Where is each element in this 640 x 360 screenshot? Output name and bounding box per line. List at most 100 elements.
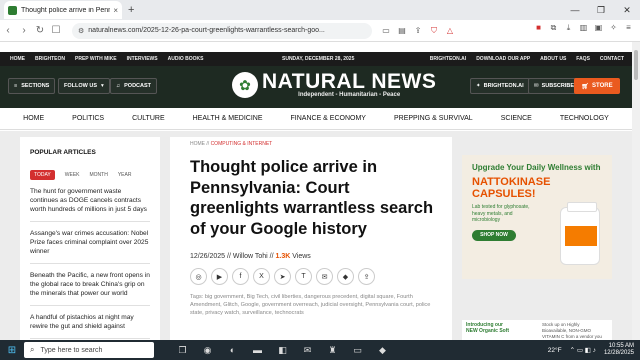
breadcrumb-separator: // — [206, 141, 210, 147]
tray-icons[interactable]: ⌃ ▭ ◧ ♪ — [570, 346, 596, 354]
nav-culture[interactable]: CULTURE — [132, 115, 165, 122]
weather-widget[interactable]: 22°F — [548, 347, 562, 354]
topnav-audiobooks[interactable]: AUDIO BOOKS — [168, 56, 204, 62]
hamburger-icon: ≡ — [14, 83, 18, 89]
nav-prepping[interactable]: PREPPING & SURVIVAL — [394, 115, 473, 122]
share-icon[interactable]: ⇪ — [410, 26, 426, 36]
store-app-icon[interactable]: ◧ — [270, 345, 295, 356]
extension-icon[interactable]: ■ — [531, 23, 546, 33]
app-icon[interactable]: ▭ — [345, 345, 370, 356]
puzzle-icon[interactable]: ⧉ — [546, 23, 561, 33]
page-title: Thought police arrive in Pennsylvania: C… — [190, 158, 434, 238]
headphones-icon: ♫ — [116, 83, 121, 89]
photos-icon[interactable]: ◆ — [370, 345, 395, 356]
nav-health[interactable]: HEALTH & MEDICINE — [193, 115, 263, 122]
reload-icon[interactable]: ↻ — [32, 25, 48, 36]
edge-icon[interactable]: ◐ — [220, 345, 245, 356]
topnav-download-app[interactable]: DOWNLOAD OUR APP — [476, 56, 530, 62]
chrome-icon[interactable]: ◉ — [195, 345, 220, 356]
clock-date: 12/28/2025 — [603, 350, 634, 356]
topnav-home[interactable]: HOME — [10, 56, 25, 62]
reader-icon[interactable]: ▤ — [394, 26, 410, 36]
url-field[interactable]: ⚙ naturalnews.com/2025-12-26-pa-court-gr… — [72, 22, 372, 39]
share-gab-icon[interactable]: ◆ — [337, 268, 354, 285]
share-signal-icon[interactable]: ◎ — [190, 268, 207, 285]
tab-year[interactable]: YEAR — [118, 172, 132, 178]
list-item[interactable]: Beneath the Pacific, a new front opens i… — [30, 264, 150, 306]
address-bar-row: ‹ › ↻ ☐ ⚙ naturalnews.com/2025-12-26-pa-… — [0, 20, 640, 42]
topnav-interviews[interactable]: INTERVIEWS — [127, 56, 158, 62]
breadcrumb-category[interactable]: COMPUTING & INTERNET — [211, 141, 273, 147]
wallet-icon[interactable]: ▣ — [591, 23, 606, 33]
mail-app-icon[interactable]: ✉ — [295, 345, 320, 356]
tab-title: Thought police arrive in Pennsylv — [21, 6, 111, 14]
nav-technology[interactable]: TECHNOLOGY — [560, 115, 609, 122]
windows-start-icon[interactable]: ⊞ — [0, 345, 24, 356]
close-window-button[interactable]: ✕ — [614, 5, 640, 16]
ad-line1: Upgrade Your Daily Wellness with — [472, 163, 601, 172]
article-author[interactable]: // Willow Tohi // — [227, 253, 274, 260]
tab-week[interactable]: WEEK — [65, 172, 80, 178]
podcast-button[interactable]: ♫ PODCAST — [110, 78, 158, 94]
share-truth-icon[interactable]: T — [295, 268, 312, 285]
download-icon[interactable]: ⤓ — [561, 23, 576, 33]
topnav-brighteon-ai[interactable]: BRIGHTEON.AI — [430, 56, 466, 62]
share-x-icon[interactable]: X — [253, 268, 270, 285]
store-button[interactable]: 🛒︎ STORE — [574, 78, 620, 94]
site-logo[interactable]: ✿ NATURAL NEWS Independent - Humanitaria… — [232, 71, 436, 98]
page-scrollbar[interactable] — [632, 42, 640, 340]
list-item[interactable]: A handful of pistachios at night may rew… — [30, 306, 150, 339]
tab-month[interactable]: MONTH — [90, 172, 108, 178]
site-info-icon[interactable]: ⚙ — [78, 27, 84, 35]
scrollbar-thumb[interactable] — [634, 50, 638, 80]
nav-finance[interactable]: FINANCE & ECONOMY — [291, 115, 366, 122]
follow-us-button[interactable]: FOLLOW US ▾ — [58, 78, 110, 94]
topnav-contact[interactable]: CONTACT — [600, 56, 624, 62]
brave-rewards-icon[interactable]: △ — [442, 26, 458, 36]
list-item[interactable]: Assange's war crimes accusation: Nobel P… — [30, 222, 150, 264]
menu-icon[interactable]: ≡ — [621, 23, 636, 33]
cast-icon[interactable]: ▭ — [378, 26, 394, 36]
sidebar-toggle-icon[interactable]: ▥ — [576, 23, 591, 33]
shop-now-button[interactable]: SHOP NOW — [472, 229, 516, 241]
maximize-button[interactable]: ❐ — [588, 5, 614, 16]
topnav-prep[interactable]: PREP WITH MIKE — [75, 56, 117, 62]
list-item[interactable]: The hunt for government waste continues … — [30, 180, 150, 222]
brighteon-ai-button[interactable]: ✦ BRIGHTEON.AI — [470, 78, 530, 94]
forward-arrow-icon[interactable]: › — [16, 25, 32, 36]
subscribe-button[interactable]: ✉ SUBSCRIBE — [528, 78, 581, 94]
share-email-icon[interactable]: ✉ — [316, 268, 333, 285]
new-tab-button[interactable]: + — [128, 4, 134, 16]
brave-app-icon[interactable]: ♜ — [320, 345, 345, 356]
address-icons: ▭ ▤ ⇪ ⛉ △ — [378, 26, 458, 36]
topnav-faqs[interactable]: FAQS — [576, 56, 590, 62]
share-rumble-icon[interactable]: ▶ — [211, 268, 228, 285]
file-explorer-icon[interactable]: ▬ — [245, 345, 270, 356]
task-view-icon[interactable]: ❐ — [170, 345, 195, 356]
minimize-button[interactable]: — — [562, 5, 588, 15]
ad-line2: NATTOKINASE CAPSULES! — [472, 176, 551, 200]
page-content: POPULAR ARTICLES TODAY WEEK MONTH YEAR T… — [0, 131, 632, 351]
leo-icon[interactable]: ✧ — [606, 23, 621, 33]
share-generic-icon[interactable]: ⇪ — [358, 268, 375, 285]
nav-home[interactable]: HOME — [23, 115, 44, 122]
share-telegram-icon[interactable]: ➤ — [274, 268, 291, 285]
nav-politics[interactable]: POLITICS — [72, 115, 104, 122]
topnav-about[interactable]: ABOUT US — [540, 56, 566, 62]
taskbar-clock[interactable]: 10:55 AM 12/28/2025 — [604, 343, 634, 357]
breadcrumb-home[interactable]: HOME — [190, 141, 205, 147]
sections-button[interactable]: ≡ SECTIONS — [8, 78, 56, 94]
close-tab-icon[interactable]: × — [113, 6, 118, 15]
topnav-brighteon[interactable]: BRIGHTEON — [35, 56, 65, 62]
brave-shield-icon[interactable]: ⛉ — [426, 26, 442, 36]
browser-tab[interactable]: Thought police arrive in Pennsylv × — [4, 1, 122, 19]
taskbar-search-input[interactable]: ⌕ Type here to search — [24, 342, 154, 358]
ad-banner[interactable]: Upgrade Your Daily Wellness with NATTOKI… — [462, 155, 612, 279]
share-facebook-icon[interactable]: f — [232, 268, 249, 285]
ad-banner-secondary[interactable]: Introducing our NEW Organic Soft Stock u… — [462, 320, 612, 351]
tab-today[interactable]: TODAY — [30, 170, 55, 180]
article-date: 12/26/2025 — [190, 253, 226, 260]
back-arrow-icon[interactable]: ‹ — [0, 25, 16, 36]
bookmark-icon[interactable]: ☐ — [48, 25, 64, 36]
nav-science[interactable]: SCIENCE — [501, 115, 532, 122]
